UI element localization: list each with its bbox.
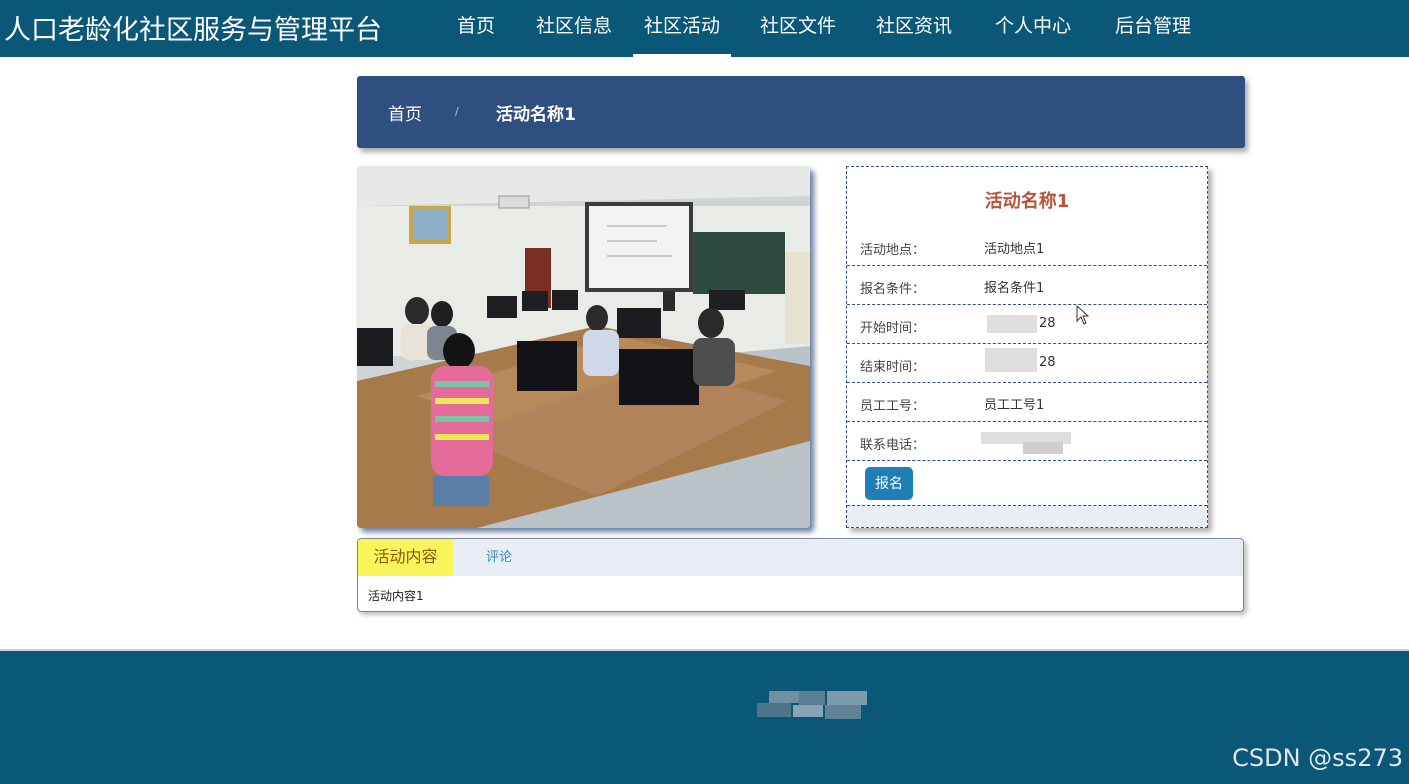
nav-community-news[interactable]: 社区资讯: [865, 0, 963, 57]
field-value: 报名条件1: [984, 281, 1045, 296]
nav-community-files[interactable]: 社区文件: [731, 0, 865, 57]
tab-comments[interactable]: 评论: [486, 539, 512, 576]
field-label: 联系电话：: [860, 438, 926, 453]
breadcrumb-separator: /: [455, 105, 459, 118]
field-label: 开始时间：: [860, 321, 926, 336]
redacted-value: [1023, 442, 1063, 454]
field-value: 员工工号1: [984, 398, 1045, 413]
nav-home[interactable]: 首页: [437, 0, 515, 57]
redacted-value: [985, 348, 1037, 372]
breadcrumb: 首页 / 活动名称1: [357, 76, 1245, 148]
redacted-value: [987, 315, 1037, 333]
site-title[interactable]: 人口老龄化社区服务与管理平台: [4, 8, 382, 47]
footer: CSDN @ss273: [0, 649, 1409, 784]
activity-title: 活动名称1: [984, 191, 1070, 212]
activity-info-card: 活动名称1 活动地点： 活动地点1 报名条件： 报名条件1 开始时间： 28 结…: [846, 166, 1208, 528]
nav-community-info[interactable]: 社区信息: [515, 0, 633, 57]
field-label: 员工工号：: [860, 399, 926, 414]
signup-button[interactable]: 报名: [865, 467, 913, 500]
field-end-time: 结束时间： 28: [847, 344, 1207, 383]
field-location: 活动地点： 活动地点1: [847, 227, 1207, 266]
breadcrumb-home-link[interactable]: 首页: [388, 100, 422, 125]
field-value: 28: [1039, 355, 1056, 370]
field-conditions: 报名条件： 报名条件1: [847, 266, 1207, 305]
field-label: 活动地点：: [860, 243, 926, 258]
field-start-time: 开始时间： 28: [847, 305, 1207, 344]
breadcrumb-current: 活动名称1: [496, 105, 576, 125]
field-label: 结束时间：: [860, 360, 926, 375]
field-value: 28: [1039, 316, 1056, 331]
nav-admin[interactable]: 后台管理: [1103, 0, 1203, 57]
main-nav: 首页 社区信息 社区活动 社区文件 社区资讯 个人中心 后台管理: [437, 0, 1203, 57]
tab-activity-content[interactable]: 活动内容: [358, 539, 453, 576]
mouse-cursor-icon: [1076, 305, 1090, 325]
redacted-footer-text: [757, 691, 867, 719]
top-navbar: 人口老龄化社区服务与管理平台 首页 社区信息 社区活动 社区文件 社区资讯 个人…: [0, 0, 1409, 57]
field-label: 报名条件：: [860, 282, 926, 297]
field-phone: 联系电话：: [847, 422, 1207, 461]
nav-community-activities[interactable]: 社区活动: [633, 0, 731, 57]
watermark: CSDN @ss273: [1232, 744, 1403, 772]
nav-personal-center[interactable]: 个人中心: [963, 0, 1103, 57]
info-card-footer: [847, 505, 1207, 527]
tab-content-text: 活动内容1: [368, 589, 424, 603]
activity-tabs: 活动内容 评论 活动内容1: [357, 538, 1244, 612]
field-value: 活动地点1: [984, 242, 1045, 257]
tab-header: 活动内容 评论: [358, 539, 1243, 576]
field-employee-id: 员工工号： 员工工号1: [847, 383, 1207, 422]
activity-photo: [357, 166, 810, 528]
